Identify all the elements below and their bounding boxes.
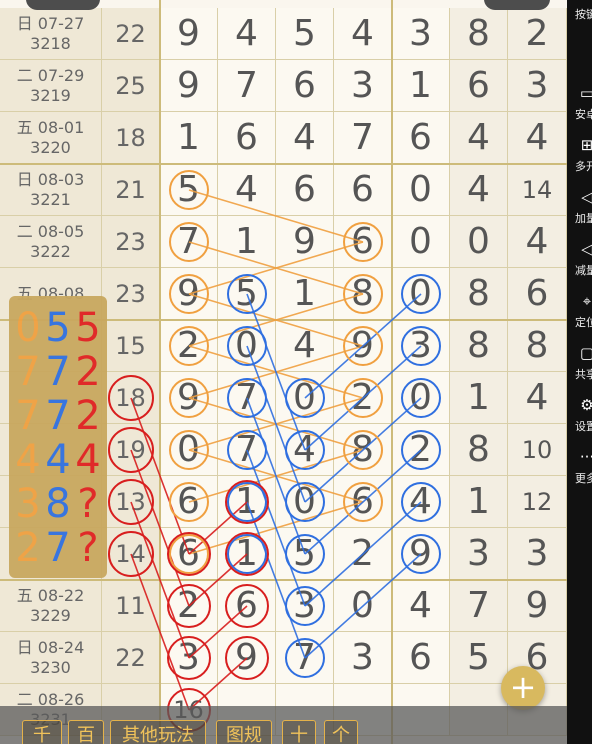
sidebar-tool-label[interactable]: 多开 <box>575 158 592 174</box>
prediction-row: 3 8? <box>13 482 105 526</box>
red-trend-line <box>130 501 190 659</box>
sidebar-tool-icon[interactable]: ⊞ <box>577 136 592 154</box>
prediction-row: 444 <box>13 438 105 482</box>
orange-trend-line <box>188 189 364 243</box>
blue-trend-line <box>304 397 422 503</box>
sidebar-tool-label[interactable]: 更多 <box>575 470 592 486</box>
prediction-digit: 7 <box>45 393 71 439</box>
blue-trend-line <box>246 293 306 451</box>
red-trend-line <box>188 553 248 607</box>
prediction-digit: 7 <box>15 349 41 395</box>
red-trend-line <box>188 605 248 659</box>
sidebar-tool-label[interactable]: 共享 <box>575 366 592 382</box>
sidebar-tool-icon[interactable]: ◁ <box>577 240 592 258</box>
sidebar-tool-label[interactable]: 按键 <box>575 6 592 22</box>
sidebar-tool-icon[interactable]: ··· <box>577 448 592 466</box>
sidebar-tool-label[interactable]: 安卓 <box>575 106 592 122</box>
blue-trend-line <box>304 501 422 607</box>
prediction-row: 2 7? <box>13 526 105 570</box>
blue-trend-line <box>246 501 306 659</box>
prediction-digit: 7 <box>45 349 71 395</box>
prediction-digit: 7 <box>45 525 71 571</box>
red-trend-line <box>188 657 248 711</box>
bottom-toolbar-button[interactable]: 百 <box>68 720 104 744</box>
prediction-digit: 4 <box>15 437 41 483</box>
bottom-toolbar: 千百其他玩法 图规十个 <box>0 706 567 744</box>
top-tab-left[interactable] <box>26 0 100 10</box>
prediction-digit: 3 <box>15 481 41 527</box>
red-trend-line <box>130 553 190 711</box>
prediction-row: 772 <box>13 394 105 438</box>
prediction-digit: ? <box>77 481 99 527</box>
blue-trend-line <box>304 345 422 451</box>
prediction-digit: 2 <box>75 393 101 439</box>
bottom-toolbar-button[interactable]: 其他玩法 <box>110 720 206 744</box>
prediction-panel: 0 5 5 7 7 2 7 7 2 4 4 4 3 8? 2 7? <box>9 296 107 578</box>
sidebar-tool-label[interactable]: 加量 <box>575 210 592 226</box>
prediction-digit: 7 <box>15 393 41 439</box>
blue-trend-line <box>304 293 422 399</box>
red-trend-line <box>130 397 190 555</box>
prediction-digit: 4 <box>45 437 71 483</box>
prediction-digit: ? <box>77 525 99 571</box>
bottom-toolbar-button[interactable]: 千 <box>22 720 62 744</box>
prediction-digit: 2 <box>15 525 41 571</box>
blue-trend-line <box>246 345 306 503</box>
lottery-trend-board: 日 07-27 3218 22 9 4 5 4 3 8 2 二 07-29 3219 25 9 7 6 3 1 6 3… <box>0 0 567 744</box>
prediction-digit: 2 <box>75 349 101 395</box>
prediction-digit: 0 <box>15 305 41 351</box>
blue-trend-line <box>246 449 306 607</box>
prediction-row: 772 <box>13 350 105 394</box>
sidebar-tool-icon[interactable]: ⚙ <box>577 396 592 414</box>
sidebar-tool-label[interactable]: 减量 <box>575 262 592 278</box>
floating-tool-sidebar: 按键 ▭ 安卓 ⊞ 多开 ◁ 加量 ◁ 减量 ⌖ 定位 ▢ 共享 ⚙ 设置 ··· 更多 <box>567 0 592 744</box>
sidebar-tool-icon[interactable]: ▢ <box>577 344 592 362</box>
blue-trend-line <box>246 397 306 555</box>
bottom-toolbar-button[interactable]: 图规 <box>216 720 272 744</box>
sidebar-tool-label[interactable]: 设置 <box>575 418 592 434</box>
red-trend-line <box>130 449 190 607</box>
sidebar-tool-label[interactable]: 定位 <box>575 314 592 330</box>
prediction-digit: 5 <box>75 305 101 351</box>
prediction-row: 055 <box>13 306 105 350</box>
blue-trend-line <box>304 449 422 555</box>
sidebar-tool-icon[interactable]: ▭ <box>577 84 592 102</box>
prediction-digit: 4 <box>75 437 101 483</box>
sidebar-tool-icon[interactable]: ◁ <box>577 188 592 206</box>
prediction-digit: 8 <box>45 481 71 527</box>
red-trend-line <box>188 501 248 555</box>
bottom-toolbar-button[interactable]: 个 <box>324 720 358 744</box>
prediction-digit: 5 <box>45 305 71 351</box>
sidebar-tool-icon[interactable]: ⌖ <box>577 292 592 310</box>
top-tab-right[interactable] <box>484 0 550 10</box>
add-button[interactable]: + <box>501 666 545 710</box>
blue-trend-line <box>304 553 422 659</box>
bottom-toolbar-button[interactable]: 十 <box>282 720 316 744</box>
